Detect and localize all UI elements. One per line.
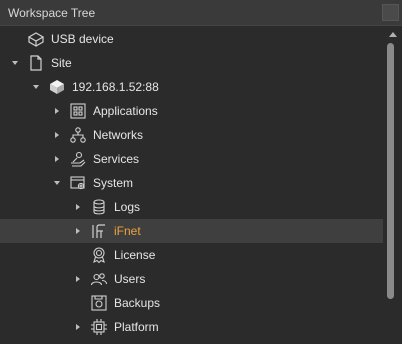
tree-item-license[interactable]: License [0, 243, 383, 267]
chevron-down-icon[interactable] [10, 58, 20, 68]
tree-item-label: Backups [114, 296, 161, 310]
chevron-right-icon[interactable] [52, 106, 62, 116]
tree-item-label: iFnet [114, 224, 141, 238]
ifnet-icon [90, 222, 108, 240]
tree-item-label: Site [51, 56, 72, 70]
server-icon [48, 78, 66, 96]
tree-item-users[interactable]: Users [0, 267, 383, 291]
chevron-right-icon[interactable] [73, 202, 83, 212]
system-icon [69, 174, 87, 192]
applications-icon [69, 102, 87, 120]
tree-item-label: 192.168.1.52:88 [72, 80, 159, 94]
tree-item-label: System [93, 176, 134, 190]
tree-item-system[interactable]: System [0, 171, 383, 195]
chevron-right-icon[interactable] [73, 322, 83, 332]
chevron-right-icon[interactable] [52, 130, 62, 140]
tree-item-applications[interactable]: Applications [0, 99, 383, 123]
workspace-tree-panel: Workspace Tree USB device Site 192.168.1… [0, 0, 402, 344]
chevron-right-icon[interactable] [52, 154, 62, 164]
tree-item-logs[interactable]: Logs [0, 195, 383, 219]
users-icon [90, 270, 108, 288]
chevron-right-icon[interactable] [73, 226, 83, 236]
panel-header-button[interactable] [382, 4, 399, 21]
chevron-right-icon[interactable] [73, 274, 83, 284]
panel-title: Workspace Tree [8, 6, 96, 20]
scroll-up-arrow-icon[interactable] [384, 27, 402, 41]
chip-icon [90, 318, 108, 336]
tree-item-label: Users [114, 272, 146, 286]
tree-item-services[interactable]: Services [0, 147, 383, 171]
network-icon [69, 126, 87, 144]
tree-item-label: Services [93, 152, 140, 166]
tree-item-host[interactable]: 192.168.1.52:88 [0, 75, 383, 99]
tree-item-label: License [114, 248, 156, 262]
tree-item-label: Networks [93, 128, 144, 142]
database-icon [90, 198, 108, 216]
backups-icon [90, 294, 108, 312]
license-icon [90, 246, 108, 264]
tree-item-label: Applications [93, 104, 158, 118]
tree-item-site[interactable]: Site [0, 51, 383, 75]
tree-item-label: USB device [51, 32, 114, 46]
chevron-down-icon[interactable] [52, 178, 62, 188]
tree-item-label: Logs [114, 200, 141, 214]
document-icon [27, 54, 45, 72]
services-icon [69, 150, 87, 168]
chevron-down-icon[interactable] [31, 82, 41, 92]
usb-device-icon [27, 30, 45, 48]
tree-item-ifnet[interactable]: iFnet [0, 219, 383, 243]
tree-item-networks[interactable]: Networks [0, 123, 383, 147]
tree-item-platform[interactable]: Platform [0, 315, 383, 339]
scrollbar-thumb[interactable] [387, 43, 394, 299]
workspace-tree: USB device Site 192.168.1.52:88 Applicat… [0, 27, 383, 344]
tree-item-backups[interactable]: Backups [0, 291, 383, 315]
panel-header: Workspace Tree [0, 0, 402, 26]
tree-item-usb-device[interactable]: USB device [0, 27, 383, 51]
tree-item-label: Platform [114, 320, 159, 334]
